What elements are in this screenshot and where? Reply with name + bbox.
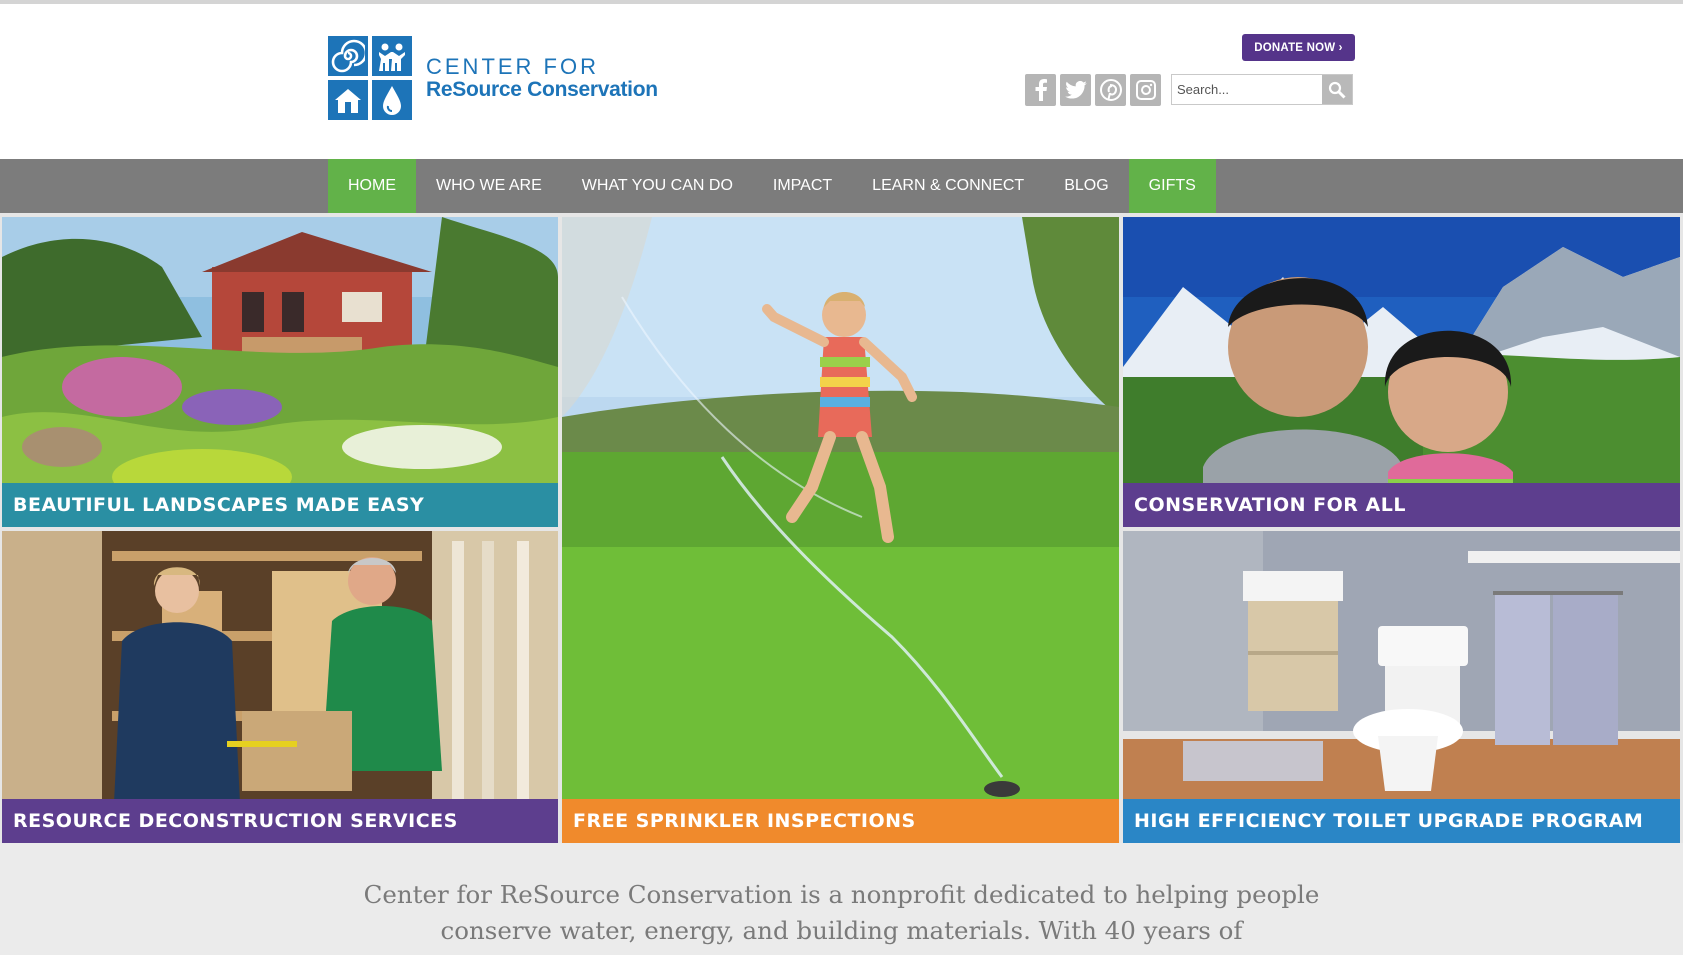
- intro-line-1: Center for ReSource Conservation is a no…: [363, 880, 1320, 909]
- intro-line-2: conserve water, energy, and building mat…: [440, 916, 1243, 945]
- tile-conservation[interactable]: Conservation For All: [1123, 217, 1680, 527]
- tile-toilet[interactable]: High Efficiency Toilet Upgrade Program: [1123, 531, 1680, 843]
- instagram-icon[interactable]: [1130, 74, 1161, 106]
- tile-sprinkler-label: Free Sprinkler Inspections: [562, 799, 1119, 843]
- landscape-garden-image: [2, 217, 558, 527]
- nav-item-gifts[interactable]: GIFTS: [1128, 159, 1216, 213]
- main-navigation: HOME WHO WE ARE WHAT YOU CAN DO IMPACT L…: [0, 159, 1683, 213]
- child-sprinkler-image: [562, 217, 1119, 843]
- facebook-icon[interactable]: [1025, 74, 1056, 106]
- logo-line-2: ReSource Conservation: [426, 78, 658, 101]
- bathroom-toilet-image: [1123, 531, 1680, 843]
- tile-conservation-label: Conservation For All: [1123, 483, 1680, 527]
- nav-item-blog[interactable]: BLOG: [1044, 159, 1128, 213]
- spiral-icon: [328, 36, 368, 76]
- house-icon: [328, 80, 368, 120]
- nav-item-what-you-can-do[interactable]: WHAT YOU CAN DO: [562, 159, 753, 213]
- logo-mark: [328, 36, 414, 120]
- tile-sprinkler[interactable]: Free Sprinkler Inspections: [562, 217, 1119, 843]
- feature-grid: Beautiful Landscapes Made Easy Free: [0, 213, 1683, 843]
- search-icon: [1328, 81, 1346, 99]
- tile-toilet-label: High Efficiency Toilet Upgrade Program: [1123, 799, 1680, 843]
- pinterest-icon[interactable]: [1095, 74, 1126, 106]
- tile-deconstruction-label: ReSource Deconstruction Services: [2, 799, 558, 843]
- site-logo[interactable]: CENTER FOR ReSource Conservation: [328, 36, 658, 120]
- search-input[interactable]: [1172, 75, 1322, 104]
- nav-item-home[interactable]: HOME: [328, 159, 416, 213]
- logo-line-1: CENTER FOR: [426, 54, 599, 79]
- nav-item-who-we-are[interactable]: WHO WE ARE: [416, 159, 562, 213]
- nav-menu: HOME WHO WE ARE WHAT YOU CAN DO IMPACT L…: [328, 159, 1216, 213]
- donate-now-button[interactable]: DONATE NOW ›: [1242, 34, 1355, 61]
- people-icon: [372, 36, 412, 76]
- search-button[interactable]: [1322, 75, 1352, 104]
- tile-landscapes[interactable]: Beautiful Landscapes Made Easy: [2, 217, 558, 527]
- lumber-workers-image: [2, 531, 558, 843]
- intro-section: Center for ReSource Conservation is a no…: [0, 843, 1683, 955]
- logo-wordmark: CENTER FOR ReSource Conservation: [426, 55, 658, 101]
- search-box: [1171, 74, 1353, 105]
- tile-landscapes-label: Beautiful Landscapes Made Easy: [2, 483, 558, 527]
- twitter-icon[interactable]: [1060, 74, 1091, 106]
- children-mountains-image: [1123, 217, 1680, 527]
- nav-item-impact[interactable]: IMPACT: [753, 159, 852, 213]
- nav-item-learn-connect[interactable]: LEARN & CONNECT: [852, 159, 1044, 213]
- site-header: CENTER FOR ReSource Conservation DONATE …: [0, 4, 1683, 159]
- social-links: [1025, 74, 1161, 106]
- water-drop-icon: [372, 80, 412, 120]
- tile-deconstruction[interactable]: ReSource Deconstruction Services: [2, 531, 558, 843]
- intro-text: Center for ReSource Conservation is a no…: [0, 877, 1683, 949]
